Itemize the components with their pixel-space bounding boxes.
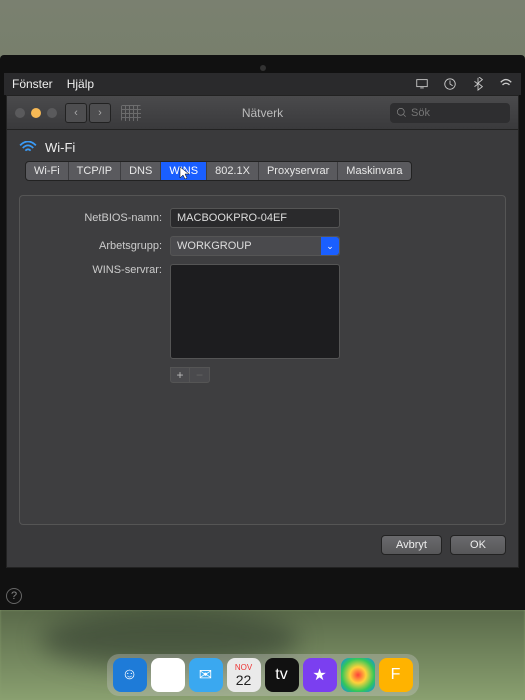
form-panel: NetBIOS-namn: MACBOOKPRO-04EF Arbetsgrup…: [19, 195, 506, 525]
tab-hardware[interactable]: Maskinvara: [338, 162, 410, 180]
search-field[interactable]: [390, 103, 510, 123]
dock: ☺ ✈ ✉ NOV22 tv ★ F: [107, 654, 419, 696]
dock-safari[interactable]: ✉: [189, 658, 223, 692]
tab-8021x[interactable]: 802.1X: [207, 162, 259, 180]
wifi-large-icon: [19, 141, 37, 155]
workgroup-dropdown[interactable]: WORKGROUP ⌄: [170, 236, 340, 256]
help-button[interactable]: ?: [6, 588, 22, 604]
remove-button: −: [190, 367, 210, 383]
tabs: Wi-Fi TCP/IP DNS WINS 802.1X Proxyservra…: [25, 161, 412, 181]
content-area: Wi-Fi Wi-Fi TCP/IP DNS WINS 802.1X Proxy…: [7, 130, 518, 567]
clock-icon[interactable]: [443, 77, 457, 91]
add-button[interactable]: +: [170, 367, 190, 383]
tab-proxy[interactable]: Proxyservrar: [259, 162, 338, 180]
network-window: ‹ › Nätverk Wi-Fi Wi-Fi TCP/IP DNS WINS: [6, 95, 519, 568]
menubar: Fönster Hjälp: [4, 73, 521, 95]
dock-finder[interactable]: ☺: [113, 658, 147, 692]
tab-dns[interactable]: DNS: [121, 162, 161, 180]
dock-app[interactable]: F: [379, 658, 413, 692]
cal-day: 22: [236, 672, 252, 688]
camera-icon: [260, 65, 266, 71]
dock-photos[interactable]: [341, 658, 375, 692]
tab-tcpip[interactable]: TCP/IP: [69, 162, 121, 180]
screen: Fönster Hjälp ‹ › Nätverk: [0, 55, 525, 610]
netbios-label: NetBIOS-namn:: [20, 212, 162, 224]
cal-month: NOV: [235, 663, 252, 672]
section-header: Wi-Fi: [19, 140, 506, 155]
tab-wifi[interactable]: Wi-Fi: [26, 162, 69, 180]
chevron-down-icon: ⌄: [321, 237, 339, 255]
forward-button[interactable]: ›: [89, 103, 111, 123]
traffic-lights: [15, 108, 57, 118]
back-button[interactable]: ‹: [65, 103, 87, 123]
dock-tv[interactable]: tv: [265, 658, 299, 692]
workgroup-label: Arbetsgrupp:: [20, 240, 162, 252]
wifi-icon[interactable]: [499, 77, 513, 91]
search-input[interactable]: [411, 107, 491, 119]
ok-button[interactable]: OK: [450, 535, 506, 555]
tab-wins[interactable]: WINS: [161, 162, 207, 180]
close-button[interactable]: [15, 108, 25, 118]
netbios-field[interactable]: MACBOOKPRO-04EF: [170, 208, 340, 228]
minimize-button[interactable]: [31, 108, 41, 118]
toolbar: ‹ › Nätverk: [7, 96, 518, 130]
cancel-button[interactable]: Avbryt: [381, 535, 442, 555]
footer-buttons: Avbryt OK: [19, 535, 506, 555]
display-icon[interactable]: [415, 77, 429, 91]
wins-servers-list[interactable]: [170, 264, 340, 359]
dock-calendar[interactable]: NOV22: [227, 658, 261, 692]
cursor-icon: [179, 166, 191, 180]
zoom-button[interactable]: [47, 108, 57, 118]
menu-hjalp[interactable]: Hjälp: [67, 77, 94, 91]
dock-maps[interactable]: ✈: [151, 658, 185, 692]
section-title: Wi-Fi: [45, 140, 75, 155]
wins-label: WINS-servrar:: [20, 264, 162, 276]
workgroup-value: WORKGROUP: [171, 240, 321, 252]
grid-icon[interactable]: [121, 105, 141, 121]
dock-imovie[interactable]: ★: [303, 658, 337, 692]
add-remove-group: + −: [170, 367, 491, 383]
window-title: Nätverk: [242, 106, 283, 120]
menu-fonster[interactable]: Fönster: [12, 77, 53, 91]
bluetooth-icon[interactable]: [471, 77, 485, 91]
search-icon: [396, 107, 407, 118]
